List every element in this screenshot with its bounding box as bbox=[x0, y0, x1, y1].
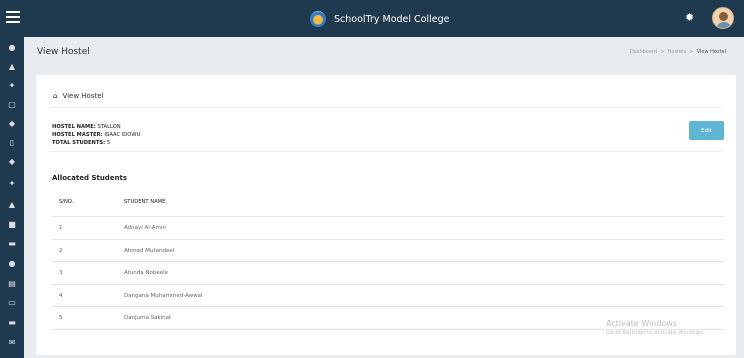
table-row: 4 Dangana Muhammed-Awwal bbox=[52, 285, 724, 307]
brand[interactable]: SchoolTry Model College bbox=[310, 10, 449, 28]
table-row: 3 Atunda Nobeele bbox=[52, 262, 724, 285]
hamburger-menu-icon[interactable] bbox=[6, 11, 20, 25]
watermark-subtitle: Go to Settings to activate Windows. bbox=[606, 330, 705, 336]
user-single-icon[interactable]: ▲ bbox=[7, 200, 17, 210]
activate-windows-watermark: Activate Windows Go to Settings to activ… bbox=[606, 319, 705, 336]
column-header-sno: S/NO. bbox=[59, 199, 74, 205]
tag-icon[interactable]: ◆ bbox=[7, 119, 17, 129]
report-icon[interactable]: ▤ bbox=[7, 279, 17, 289]
row-sno: 2 bbox=[59, 247, 63, 254]
document-icon[interactable]: ▯ bbox=[7, 138, 17, 148]
total-students: 5 bbox=[106, 140, 111, 146]
users-group-icon[interactable]: ✦ bbox=[7, 179, 17, 189]
student-name: Dangana Muhammed-Awwal bbox=[124, 292, 203, 299]
student-name: Adnayi Al-Amin bbox=[124, 225, 166, 231]
breadcrumb: Dashboard > Hostels > View Hostel bbox=[630, 49, 726, 55]
row-sno: 3 bbox=[59, 270, 63, 276]
breadcrumb-separator: > bbox=[689, 49, 694, 55]
users-icon[interactable]: ✦ bbox=[7, 81, 17, 91]
breadcrumb-separator: > bbox=[660, 49, 665, 55]
row-sno: 4 bbox=[59, 292, 63, 299]
breadcrumb-dashboard[interactable]: Dashboard bbox=[630, 49, 657, 55]
dashboard-icon[interactable]: ● bbox=[7, 43, 17, 53]
card-title-text: View Hostel bbox=[62, 92, 104, 100]
divider bbox=[50, 107, 722, 108]
student-name: Atunda Nobeele bbox=[124, 270, 169, 276]
page-header: View Hostel Dashboard > Hostels > View H… bbox=[24, 37, 744, 69]
hostel-name: STALLON bbox=[97, 124, 121, 130]
minus-icon[interactable]: ▬ bbox=[7, 318, 17, 328]
breadcrumb-hostels[interactable]: Hostels bbox=[668, 49, 686, 55]
edit-button[interactable]: Edit bbox=[689, 121, 724, 140]
hostel-card: ⌂ View Hostel HOSTEL NAME: STALLON HOSTE… bbox=[36, 75, 736, 355]
hostel-info: HOSTEL NAME: STALLON HOSTEL MASTER: ISAA… bbox=[52, 123, 140, 147]
watermark-title: Activate Windows bbox=[606, 319, 678, 328]
table-header: S/NO. STUDENT NAME bbox=[52, 187, 724, 217]
gear-icon[interactable]: ✹ bbox=[685, 12, 697, 24]
sidebar: ● ▲ ✦ ▢ ◆ ▯ ◆ ✦ ▲ ■ ▬ ● ▤ ▭ ▬ ✉ bbox=[0, 37, 24, 358]
mail-icon[interactable]: ✉ bbox=[7, 338, 17, 348]
breadcrumb-current: View Hostel bbox=[696, 49, 726, 55]
row-sno: 1 bbox=[59, 225, 63, 231]
lock-icon[interactable]: ▢ bbox=[7, 100, 17, 110]
table-row: 2 Ahmed Mutandeel bbox=[52, 240, 724, 262]
file-icon[interactable]: ■ bbox=[7, 220, 17, 230]
circle-icon[interactable]: ● bbox=[7, 259, 17, 269]
school-logo bbox=[310, 11, 326, 27]
hostel-name-label: HOSTEL NAME: bbox=[52, 124, 96, 130]
tag-icon[interactable]: ◆ bbox=[7, 157, 17, 167]
card-icon[interactable]: ▬ bbox=[7, 239, 17, 249]
page-title: View Hostel bbox=[37, 47, 90, 57]
hostel-master: ISAAC IDOWU bbox=[104, 132, 141, 138]
app-name: SchoolTry Model College bbox=[334, 13, 450, 25]
top-navbar: SchoolTry Model College ✹ bbox=[0, 0, 744, 37]
monitor-icon[interactable]: ▭ bbox=[7, 298, 17, 308]
divider bbox=[50, 151, 722, 152]
column-header-student-name: STUDENT NAME bbox=[124, 199, 166, 205]
home-icon: ⌂ bbox=[53, 92, 58, 100]
user-icon[interactable]: ▲ bbox=[7, 62, 17, 72]
students-table: S/NO. STUDENT NAME 1 Adnayi Al-Amin 2 Ah… bbox=[52, 187, 724, 330]
avatar[interactable] bbox=[712, 7, 734, 29]
hostel-master-label: HOSTEL MASTER: bbox=[52, 132, 103, 138]
student-name: Ahmed Mutandeel bbox=[124, 247, 175, 254]
student-name: Danjuma Sakinat bbox=[124, 315, 172, 321]
total-students-label: TOTAL STUDENTS: bbox=[52, 140, 106, 146]
main-content: View Hostel Dashboard > Hostels > View H… bbox=[24, 37, 744, 358]
allocated-students-title: Allocated Students bbox=[52, 174, 128, 182]
card-title: ⌂ View Hostel bbox=[53, 92, 103, 100]
table-row: 1 Adnayi Al-Amin bbox=[52, 217, 724, 240]
row-sno: 5 bbox=[59, 315, 63, 321]
